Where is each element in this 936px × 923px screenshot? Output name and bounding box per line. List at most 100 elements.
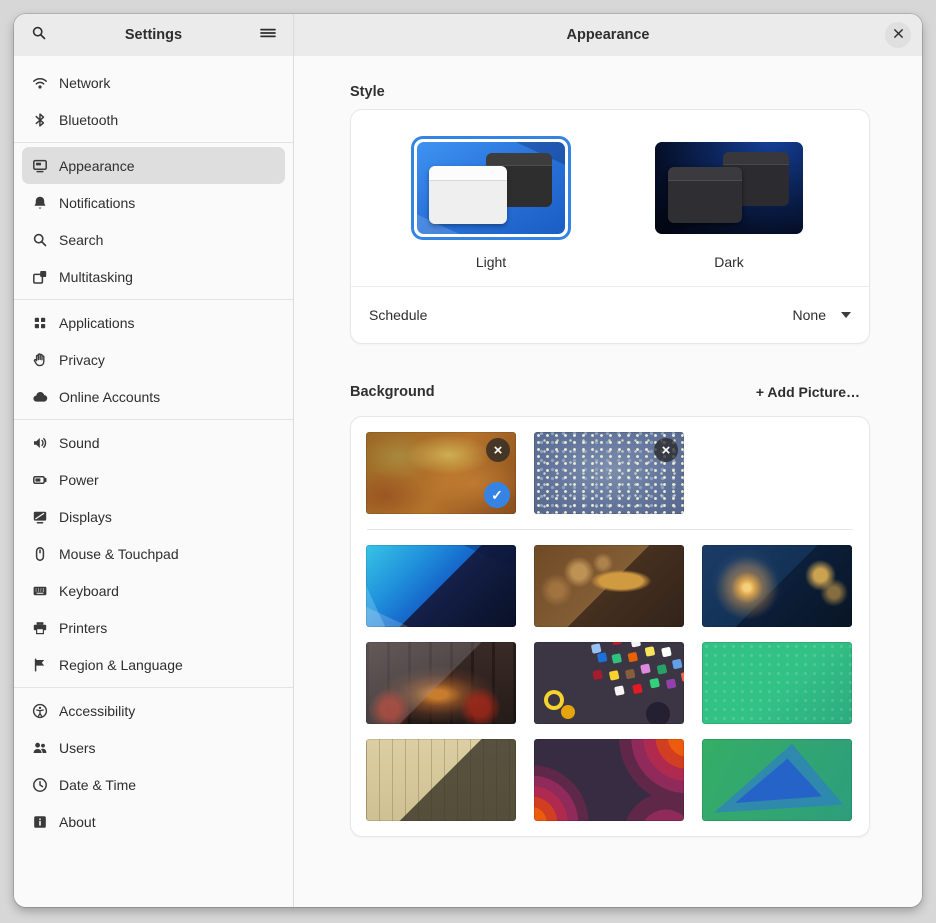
bluetooth-icon [32,112,48,128]
sidebar-item-label: Privacy [59,352,105,368]
sidebar-item-printers[interactable]: Printers [22,609,285,646]
remove-wallpaper-icon[interactable]: × [654,438,678,462]
wallpaper-blue-polygons[interactable] [366,545,516,627]
sidebar-item-label: About [59,814,96,830]
sidebar-item-label: Accessibility [59,703,135,719]
sidebar-item-network[interactable]: Network [22,64,285,101]
sidebar-item-users[interactable]: Users [22,729,285,766]
sidebar-item-applications[interactable]: Applications [22,304,285,341]
sidebar-item-online-accounts[interactable]: Online Accounts [22,378,285,415]
mouse-icon [32,546,48,562]
style-section-title: Style [350,84,870,100]
sidebar-item-appearance[interactable]: Appearance [22,147,285,184]
wallpaper-foggy-forest[interactable] [366,642,516,724]
sidebar-separator [14,419,293,420]
theme-option-light[interactable]: Light [395,136,587,270]
sidebar-item-search[interactable]: Search [22,221,285,258]
sidebar-item-label: Sound [59,435,99,451]
wallpaper-purple-contours[interactable] [534,739,684,821]
wallpaper-divider [367,529,853,530]
keyboard-icon [32,583,48,599]
schedule-label: Schedule [369,307,427,323]
theme-option-dark[interactable]: Dark [633,136,825,270]
sidebar-item-label: Notifications [59,195,135,211]
sidebar-item-notifications[interactable]: Notifications [22,184,285,221]
close-icon [893,26,904,44]
bell-icon [32,195,48,211]
sidebar-item-datetime[interactable]: Date & Time [22,766,285,803]
wallpaper-autumn-leaves[interactable] [534,545,684,627]
custom-wallpaper-row: ×✓× [366,432,854,514]
speaker-icon [32,435,48,451]
remove-wallpaper-icon[interactable]: × [486,438,510,462]
theme-option-label: Dark [714,254,744,270]
schedule-dropdown[interactable]: None [793,307,851,323]
sidebar-item-label: Keyboard [59,583,119,599]
sidebar-separator [14,299,293,300]
sidebar-item-bluetooth[interactable]: Bluetooth [22,101,285,138]
sidebar-item-label: Date & Time [59,777,136,793]
sidebar-item-region[interactable]: Region & Language [22,646,285,683]
sidebar-item-privacy[interactable]: Privacy [22,341,285,378]
main-panel: Appearance Style Light Dark Schedule None [294,14,922,907]
wallpaper-green-halftone[interactable] [702,642,852,724]
wallpaper-snowy-forest[interactable]: × [534,432,684,514]
schedule-value: None [793,307,826,323]
close-button[interactable] [885,22,911,48]
wallpaper-green-blue-triangles[interactable] [702,739,852,821]
sidebar-item-sound[interactable]: Sound [22,424,285,461]
theme-preview-light-selected [411,136,571,240]
sidebar-item-multitasking[interactable]: Multitasking [22,258,285,295]
selected-check-icon: ✓ [484,482,510,508]
wallpaper-wood-diagonal[interactable] [366,739,516,821]
background-card: ×✓× [350,416,870,837]
battery-icon [32,472,48,488]
schedule-row[interactable]: Schedule None [351,287,869,343]
sidebar-item-mouse[interactable]: Mouse & Touchpad [22,535,285,572]
sidebar-item-label: Network [59,75,110,91]
theme-preview-dark [649,136,809,240]
background-header: Background + Add Picture… [350,377,870,407]
sidebar-item-label: Power [59,472,99,488]
sidebar-item-displays[interactable]: Displays [22,498,285,535]
search-icon [32,232,48,248]
sidebar-item-label: Appearance [59,158,135,174]
hand-icon [32,352,48,368]
background-section-title: Background [350,384,435,400]
theme-thumbnail-dark [655,142,803,234]
sidebar-item-label: Printers [59,620,107,636]
search-icon [31,25,47,46]
sidebar-item-label: Mouse & Touchpad [59,546,179,562]
info-icon [32,814,48,830]
printer-icon [32,620,48,636]
sidebar-item-label: Users [59,740,96,756]
main-headerbar: Appearance [294,14,922,56]
add-picture-button[interactable]: + Add Picture… [746,377,870,407]
users-icon [32,740,48,756]
hamburger-menu-icon [259,25,277,46]
wallpaper-light-bulb[interactable] [702,545,852,627]
style-card: Light Dark Schedule None [350,109,870,344]
appearance-content: Style Light Dark Schedule None Background… [294,56,922,907]
search-button[interactable] [23,20,55,50]
style-previews: Light Dark [351,110,869,286]
sidebar-item-label: Multitasking [59,269,133,285]
main-menu-button[interactable] [252,20,284,50]
sidebar-item-accessibility[interactable]: Accessibility [22,692,285,729]
chevron-down-icon [841,312,851,318]
sidebar-item-keyboard[interactable]: Keyboard [22,572,285,609]
theme-thumbnail-light [417,142,565,234]
appearance-icon [32,158,48,174]
sidebar-item-label: Online Accounts [59,389,160,405]
settings-window: Settings NetworkBluetoothAppearanceNotif… [14,14,922,907]
sidebar: Settings NetworkBluetoothAppearanceNotif… [14,14,294,907]
preset-wallpaper-grid [366,545,854,821]
sidebar-item-power[interactable]: Power [22,461,285,498]
multitasking-icon [32,269,48,285]
sidebar-separator [14,687,293,688]
sidebar-nav: Network Bluetooth Appearance Notifications S… [14,56,293,848]
sidebar-item-about[interactable]: About [22,803,285,840]
wallpaper-painted-abstract[interactable]: ×✓ [366,432,516,514]
wallpaper-app-icons[interactable] [534,642,684,724]
sidebar-item-label: Search [59,232,103,248]
